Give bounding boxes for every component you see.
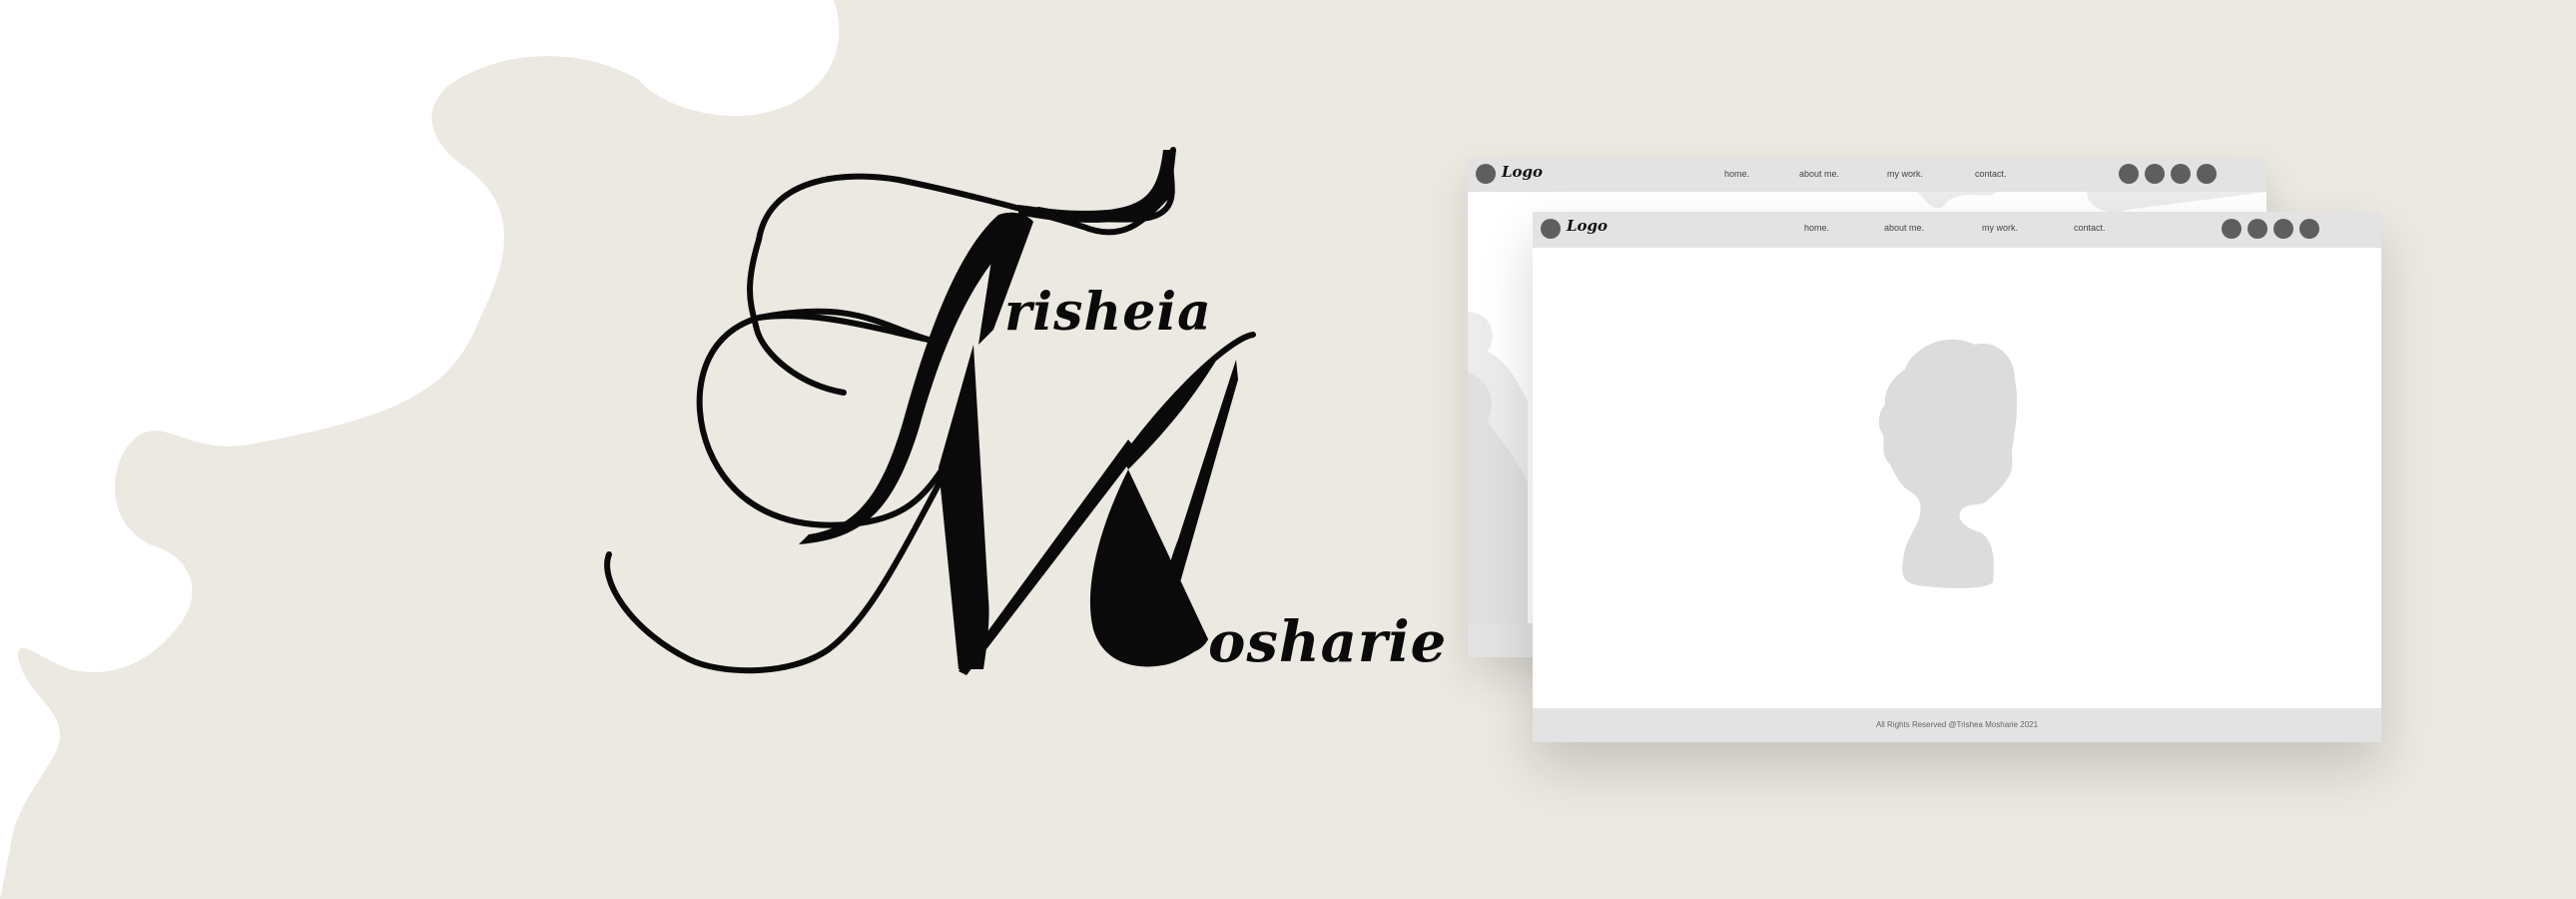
- mockup-header: Logo home. about me. my work. contact.: [1533, 212, 2381, 248]
- nav-home[interactable]: home.: [1724, 169, 1749, 179]
- social-icons: [2222, 219, 2319, 239]
- social-circle-icon[interactable]: [2273, 219, 2293, 239]
- nav-about[interactable]: about me.: [1799, 169, 1839, 179]
- social-circle-icon[interactable]: [2171, 164, 2191, 184]
- logo-label: Logo: [1567, 217, 1609, 235]
- social-circle-icon[interactable]: [2222, 219, 2242, 239]
- social-circle-icon[interactable]: [2299, 219, 2319, 239]
- nav-home[interactable]: home.: [1804, 223, 1829, 233]
- mockup-footer: All Rights Reserved @Trishea Mosharie 20…: [1533, 708, 2381, 742]
- logo-circle-icon: [1541, 219, 1561, 239]
- nav-about[interactable]: about me.: [1884, 223, 1924, 233]
- portrait-silhouette-icon: [1878, 339, 2018, 588]
- mockup-header: Logo home. about me. my work. contact.: [1468, 158, 2266, 192]
- social-circle-icon[interactable]: [2145, 164, 2165, 184]
- social-circle-icon[interactable]: [2248, 219, 2267, 239]
- last-name-text: osharie: [1208, 609, 1448, 675]
- logo-label: Logo: [1502, 163, 1544, 181]
- social-circle-icon[interactable]: [2197, 164, 2217, 184]
- first-name-text: risheia: [1004, 282, 1212, 343]
- logo-circle-icon: [1476, 164, 1496, 184]
- nav-work[interactable]: my work.: [1982, 223, 2018, 233]
- nav-contact[interactable]: contact.: [2074, 223, 2106, 233]
- nav-work[interactable]: my work.: [1887, 169, 1923, 179]
- footer-copyright: All Rights Reserved @Trishea Mosharie 20…: [1875, 720, 2039, 729]
- nav-contact[interactable]: contact.: [1975, 169, 2007, 179]
- social-circle-icon[interactable]: [2119, 164, 2139, 184]
- social-icons: [2119, 164, 2217, 184]
